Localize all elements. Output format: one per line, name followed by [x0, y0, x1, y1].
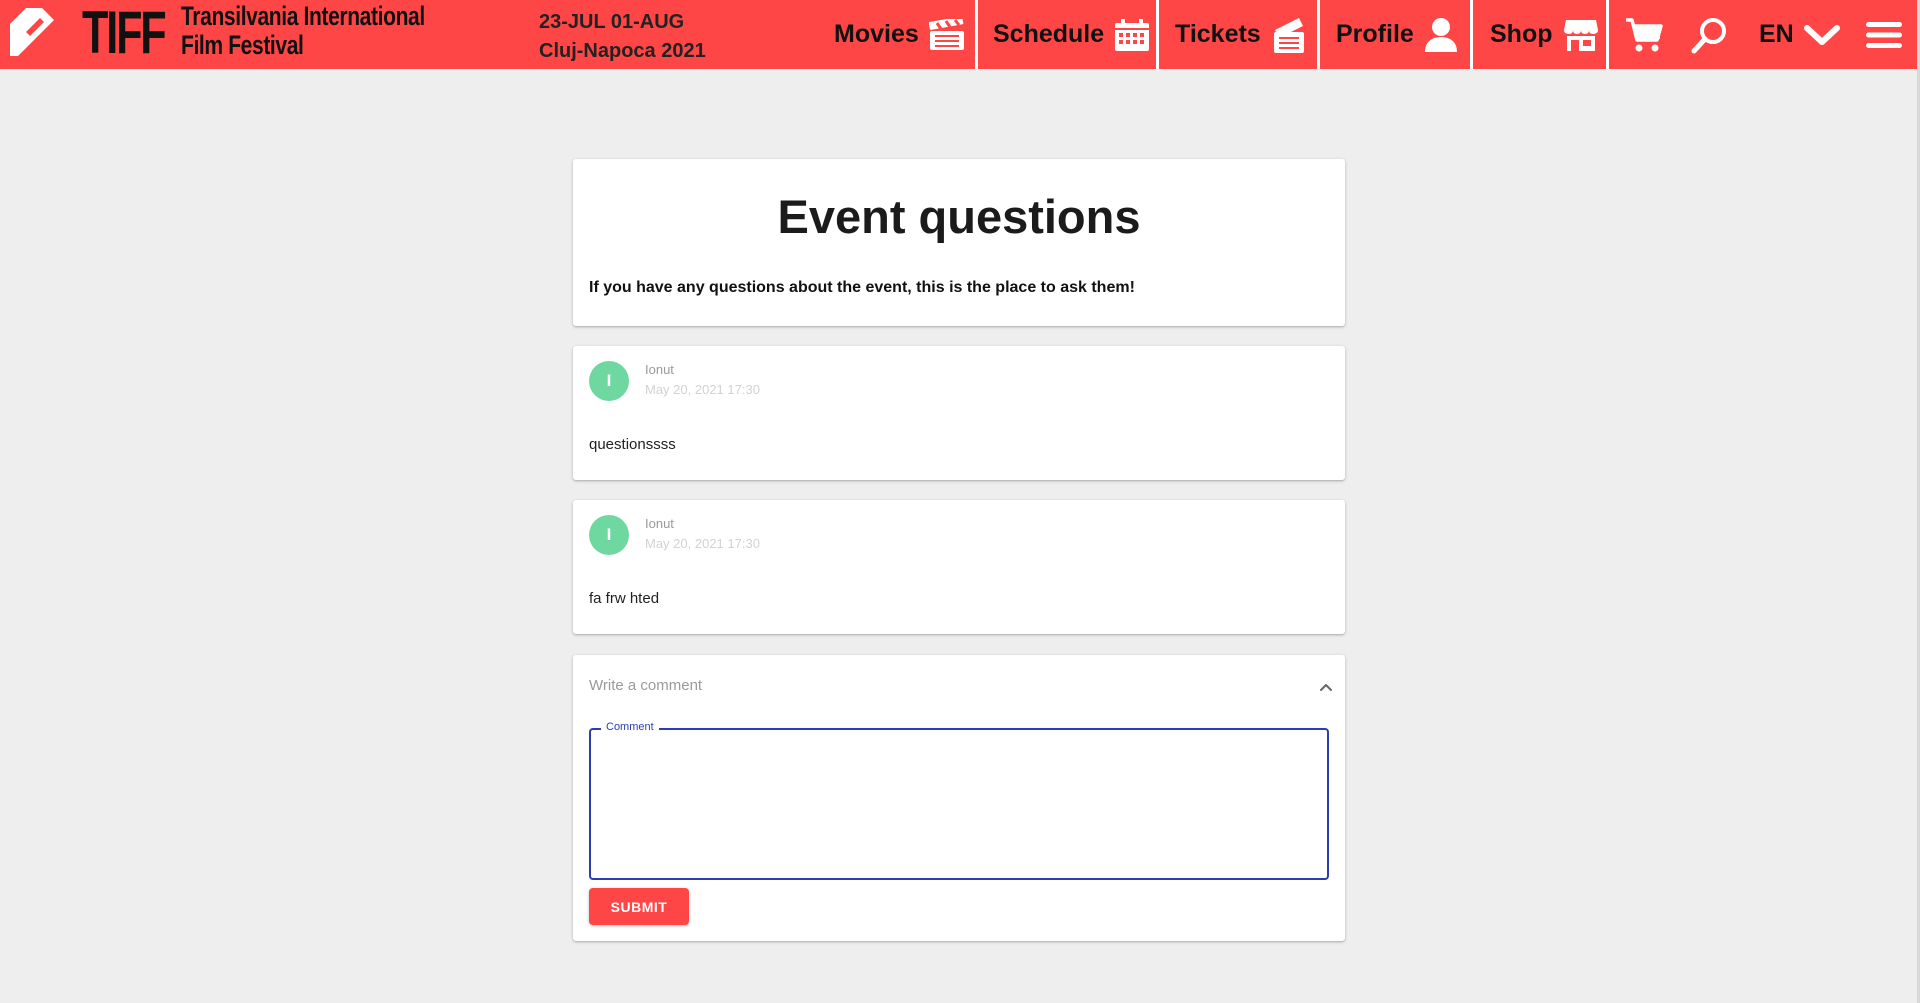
- comment-text: questionssss: [589, 436, 676, 453]
- submit-button[interactable]: SUBMIT: [589, 888, 689, 925]
- page-title: Event questions: [777, 190, 1141, 243]
- nav-separator: [1156, 0, 1159, 69]
- nav-schedule-label: Schedule: [993, 20, 1105, 48]
- hamburger-menu-icon: [1866, 21, 1902, 48]
- nav-tickets[interactable]: Tickets: [1175, 0, 1307, 69]
- avatar[interactable]: I: [589, 515, 629, 555]
- festival-name[interactable]: Transilvania International Film Festival: [181, 2, 425, 60]
- nav-separator: [1317, 0, 1320, 69]
- nav-separator: [975, 0, 978, 69]
- tiff-logo-mark[interactable]: [10, 8, 58, 56]
- festival-name-line2: Film Festival: [181, 30, 304, 60]
- nav-separator: [1470, 0, 1473, 69]
- dates-range: 23-JUL 01-AUG: [539, 11, 685, 33]
- store-icon: [1563, 19, 1598, 51]
- nav-shop[interactable]: Shop: [1490, 0, 1599, 69]
- festival-name-line1: Transilvania International: [181, 1, 425, 31]
- comment-card: I Ionut May 20, 2021 17:30 questionssss: [573, 346, 1345, 480]
- nav-tickets-label: Tickets: [1175, 20, 1261, 48]
- nav-shop-label: Shop: [1490, 20, 1553, 48]
- calendar-icon: [1115, 18, 1150, 51]
- main-menu-button[interactable]: [1866, 0, 1902, 69]
- comment-text: fa frw hted: [589, 590, 660, 607]
- user-icon: [1424, 17, 1457, 52]
- dates-location: Cluj-Napoca 2021: [539, 40, 706, 62]
- comment-author: Ionut: [645, 516, 674, 531]
- comment-timestamp: May 20, 2021 17:30: [645, 536, 760, 551]
- avatar[interactable]: I: [589, 361, 629, 401]
- write-comment-header[interactable]: Write a comment: [589, 677, 702, 694]
- cart-button[interactable]: [1625, 0, 1663, 69]
- comment-card: I Ionut May 20, 2021 17:30 fa frw hted: [573, 500, 1345, 634]
- search-icon: [1691, 17, 1726, 53]
- nav-separator: [1606, 0, 1609, 69]
- nav-movies[interactable]: Movies: [834, 0, 965, 69]
- language-selector[interactable]: EN: [1759, 0, 1840, 69]
- nav-schedule[interactable]: Schedule: [993, 0, 1150, 69]
- search-button[interactable]: [1691, 0, 1729, 69]
- nav-profile-label: Profile: [1336, 20, 1414, 48]
- comment-textarea[interactable]: [591, 730, 1327, 878]
- language-label: EN: [1759, 20, 1794, 48]
- comment-author: Ionut: [645, 362, 674, 377]
- page-subtitle: If you have any questions about the even…: [589, 279, 1135, 296]
- nav-profile[interactable]: Profile: [1336, 0, 1458, 69]
- nav-movies-label: Movies: [834, 20, 919, 48]
- top-navbar: TIFF Transilvania International Film Fes…: [0, 0, 1920, 69]
- comment-field: Comment: [589, 721, 1329, 880]
- comment-composer: Write a comment Comment SUBMIT: [573, 655, 1345, 941]
- ticket-icon: [1273, 17, 1304, 53]
- chevron-down-icon: [1803, 24, 1840, 45]
- logo-wordmark[interactable]: TIFF: [82, 1, 167, 65]
- intro-card: Event questions If you have any question…: [573, 159, 1345, 326]
- clapperboard-icon: [928, 18, 964, 50]
- festival-dates: 23-JUL 01-AUG Cluj-Napoca 2021: [539, 8, 706, 66]
- chevron-up-icon[interactable]: [1318, 679, 1334, 695]
- comment-timestamp: May 20, 2021 17:30: [645, 382, 760, 397]
- cart-icon: [1626, 17, 1663, 51]
